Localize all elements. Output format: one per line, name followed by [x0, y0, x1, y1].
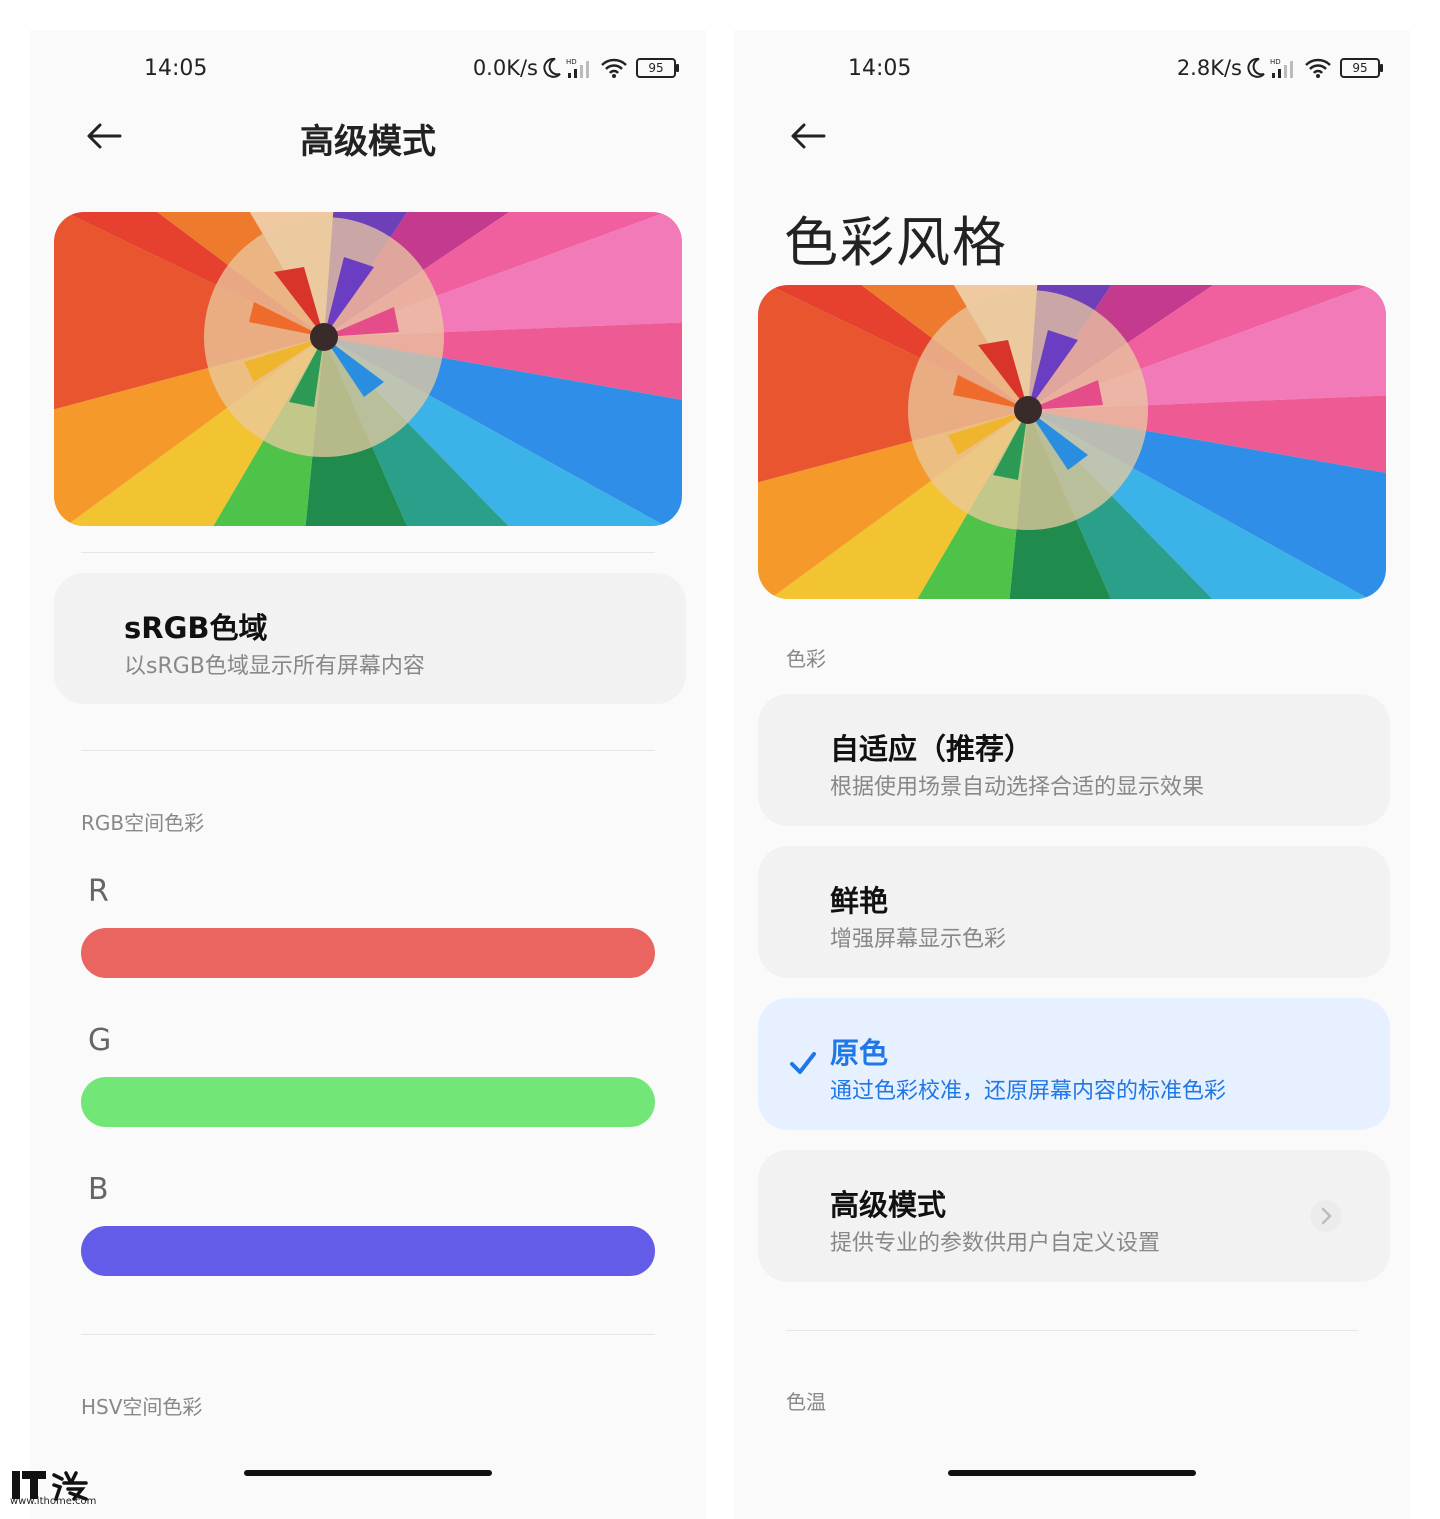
option-subtitle: 提供专业的参数供用户自定义设置	[830, 1231, 1161, 1256]
preview-image	[54, 212, 682, 526]
moon-icon	[1247, 57, 1265, 78]
g-channel-slider[interactable]	[81, 1077, 655, 1127]
rgb-section-label: RGB空间色彩	[81, 811, 205, 835]
option-title: 高级模式	[830, 1188, 947, 1222]
b-channel-slider[interactable]	[81, 1226, 655, 1276]
divider	[81, 1334, 655, 1335]
srgb-subtitle: 以sRGB色域显示所有屏幕内容	[124, 654, 425, 679]
wifi-icon	[601, 58, 627, 78]
option-title: 鲜艳	[830, 884, 889, 918]
status-icons: 0.0K/s HD 95	[472, 56, 679, 80]
option-title: 原色	[830, 1036, 889, 1070]
option-subtitle: 通过色彩校准，还原屏幕内容的标准色彩	[830, 1079, 1227, 1104]
option-adaptive[interactable]: 自适应（推荐） 根据使用场景自动选择合适的显示效果	[758, 694, 1390, 826]
page-title: 高级模式	[300, 122, 436, 162]
temperature-section-label: 色温	[786, 1390, 826, 1414]
hd-label: HD	[1270, 58, 1281, 66]
status-time: 14:05	[144, 56, 208, 81]
option-subtitle: 增强屏幕显示色彩	[830, 927, 1007, 952]
divider	[81, 552, 655, 553]
right-phone-screen: 14:05 2.8K/s HD 95 色彩风格 色彩 自适应（推荐） 根据使用场…	[734, 30, 1410, 1519]
net-speed: 2.8K/s	[1176, 56, 1242, 80]
color-section-label: 色彩	[786, 647, 826, 671]
g-channel-label: G	[88, 1023, 112, 1058]
hd-label: HD	[566, 58, 577, 66]
b-channel-label: B	[88, 1172, 109, 1207]
option-vivid[interactable]: 鲜艳 增强屏幕显示色彩	[758, 846, 1390, 978]
status-bar: 14:05 0.0K/s HD 95	[30, 56, 706, 86]
divider	[81, 750, 655, 751]
srgb-gamut-option[interactable]: sRGB色域 以sRGB色域显示所有屏幕内容	[54, 573, 686, 704]
signal-hd-icon: HD	[566, 58, 589, 78]
left-phone-screen: 14:05 0.0K/s HD 95 高级模式 sRGB色域 以sRGB色域显示…	[30, 30, 706, 1519]
option-title: 自适应（推荐）	[830, 732, 1034, 766]
signal-hd-icon: HD	[1270, 58, 1293, 78]
srgb-title: sRGB色域	[124, 611, 268, 645]
battery-icon: 95	[636, 58, 679, 78]
page-title: 色彩风格	[784, 211, 1008, 274]
option-subtitle: 根据使用场景自动选择合适的显示效果	[830, 775, 1205, 800]
status-bar: 14:05 2.8K/s HD 95	[734, 56, 1410, 86]
net-speed: 0.0K/s	[472, 56, 538, 80]
checkmark-icon	[790, 1052, 816, 1074]
wifi-icon	[1305, 58, 1331, 78]
back-arrow-icon[interactable]	[788, 120, 828, 152]
status-icons: 2.8K/s HD 95	[1176, 56, 1383, 80]
watermark-url: www.ithome.com	[10, 1496, 97, 1507]
home-indicator[interactable]	[244, 1470, 492, 1476]
divider	[786, 1330, 1358, 1331]
r-channel-label: R	[88, 874, 109, 909]
r-channel-slider[interactable]	[81, 928, 655, 978]
preview-image	[758, 285, 1386, 599]
option-advanced-mode[interactable]: 高级模式 提供专业的参数供用户自定义设置	[758, 1150, 1390, 1282]
home-indicator[interactable]	[948, 1470, 1196, 1476]
battery-icon: 95	[1340, 58, 1383, 78]
option-original-color[interactable]: 原色 通过色彩校准，还原屏幕内容的标准色彩	[758, 998, 1390, 1130]
chevron-right-icon	[1310, 1200, 1342, 1232]
hsv-section-label: HSV空间色彩	[81, 1395, 203, 1419]
status-time: 14:05	[848, 56, 912, 81]
moon-icon	[543, 57, 561, 78]
